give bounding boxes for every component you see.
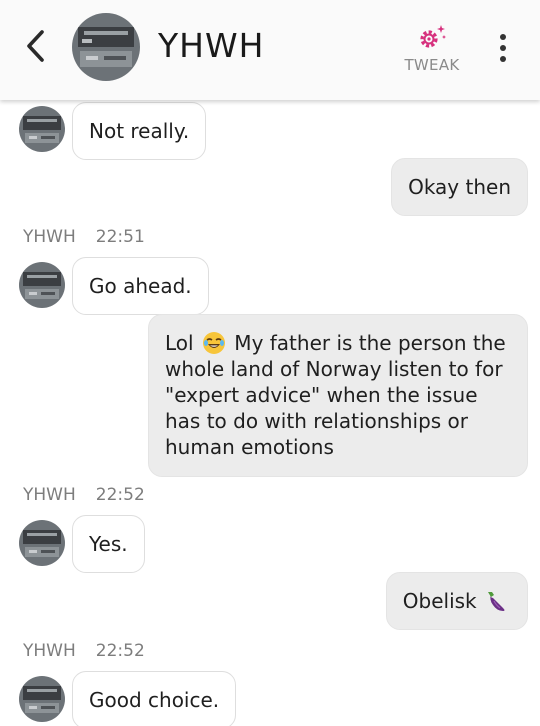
chat-header: YHWH TWEAK — [0, 0, 540, 100]
chevron-left-icon — [27, 30, 44, 62]
contact-avatar[interactable] — [19, 676, 65, 722]
contact-avatar-large[interactable] — [72, 13, 140, 81]
message-text: Okay then — [408, 175, 511, 199]
message-text: Yes. — [89, 532, 128, 556]
contact-avatar[interactable] — [19, 262, 65, 308]
sender-name: YHWH — [23, 485, 76, 505]
sender-name: YHWH — [23, 641, 76, 661]
tweak-label: TWEAK — [404, 56, 460, 74]
message-text: Not really. — [89, 119, 190, 143]
message-bubble-incoming[interactable]: Not really. — [72, 102, 207, 160]
message-bubble-incoming[interactable]: Good choice. — [72, 671, 237, 726]
message-time: 22:52 — [95, 485, 145, 505]
message-bubble-outgoing[interactable]: Lol My father is the person the whole la… — [148, 314, 528, 477]
message-text: Good choice. — [89, 688, 220, 712]
chat-thread: Not really. Okay then YHWH 22:51 Go ahead… — [0, 0, 540, 726]
message-text: Obelisk — [402, 589, 477, 613]
message-meta: YHWH 22:52 — [23, 641, 145, 661]
message-meta: YHWH 22:51 — [23, 227, 145, 247]
message-time: 22:52 — [95, 641, 145, 661]
message-bubble-incoming[interactable]: Go ahead. — [72, 257, 209, 315]
message-bubble-outgoing[interactable]: Obelisk — [385, 572, 528, 630]
laughing-face-emoji — [202, 331, 225, 354]
contact-avatar[interactable] — [19, 106, 65, 152]
tweak-button[interactable]: TWEAK — [398, 22, 466, 78]
message-text: Go ahead. — [89, 274, 192, 298]
gear-sparkle-icon — [420, 25, 446, 48]
message-meta: YHWH 22:52 — [23, 485, 145, 505]
message-bubble-incoming[interactable]: Yes. — [72, 515, 145, 573]
message-time: 22:51 — [95, 227, 145, 247]
message-bubble-outgoing[interactable]: Okay then — [391, 158, 528, 216]
back-button[interactable] — [18, 26, 52, 66]
more-vertical-icon — [500, 34, 506, 40]
sender-name: YHWH — [23, 227, 76, 247]
contact-avatar[interactable] — [19, 520, 65, 566]
message-text: Lol — [165, 331, 194, 355]
more-options-button[interactable] — [490, 28, 516, 68]
contact-name[interactable]: YHWH — [158, 26, 264, 65]
eggplant-emoji — [488, 591, 505, 611]
